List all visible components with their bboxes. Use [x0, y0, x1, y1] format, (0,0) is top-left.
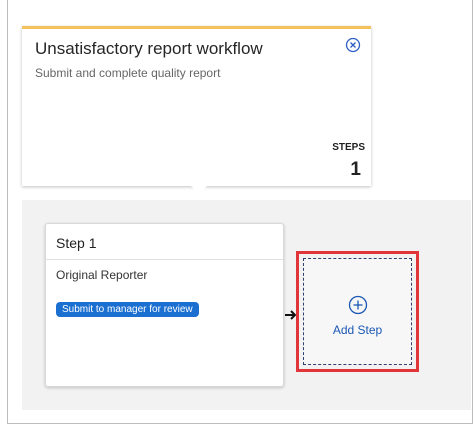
steps-label: STEPS — [332, 142, 365, 153]
close-icon[interactable] — [345, 37, 361, 53]
workflow-subtitle: Submit and complete quality report — [35, 66, 221, 80]
step-divider — [46, 259, 283, 260]
plus-circle-icon — [348, 295, 368, 315]
workflow-title: Unsatisfactory report workflow — [35, 39, 263, 58]
card-pointer — [190, 185, 208, 194]
add-step-button[interactable]: Add Step — [303, 258, 412, 365]
step-card[interactable]: Step 1 Original Reporter Submit to manag… — [45, 223, 284, 387]
workflow-summary-card: Unsatisfactory report workflow Submit an… — [22, 26, 371, 186]
step-action-badge[interactable]: Submit to manager for review — [56, 302, 199, 317]
step-title: Step 1 — [56, 235, 97, 251]
steps-count: 1 — [350, 159, 361, 180]
add-step-label: Add Step — [332, 323, 383, 337]
step-role: Original Reporter — [56, 268, 148, 282]
